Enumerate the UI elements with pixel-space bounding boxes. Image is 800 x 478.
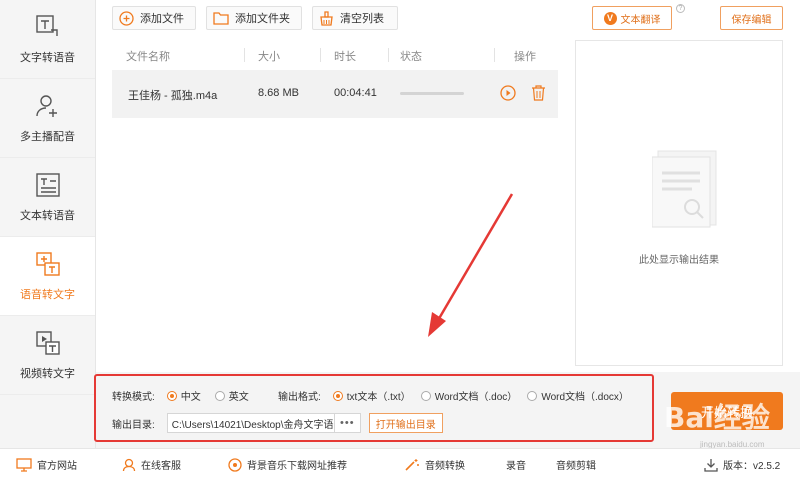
file-size: 8.68 MB — [258, 87, 299, 99]
add-folder-label: 添加文件夹 — [235, 13, 290, 25]
sidebar-item-multi-voice[interactable]: 多主播配音 — [0, 79, 95, 158]
text-translate-button[interactable]: V 文本翻译 — [592, 6, 672, 30]
magic-wand-icon — [405, 458, 419, 471]
official-website-link[interactable]: 官方网站 — [16, 457, 77, 472]
sidebar-item-doc-to-speech[interactable]: 文本转语音 — [0, 158, 95, 237]
toolbar: 添加文件 添加文件夹 清空列表 — [112, 6, 398, 30]
sidebar-item-label: 文字转语音 — [20, 52, 75, 64]
save-edit-button[interactable]: 保存编辑 — [720, 6, 783, 30]
file-duration: 00:04:41 — [334, 87, 377, 99]
background-music-label: 背景音乐下载网址推荐 — [247, 461, 347, 472]
file-table-header: 文件名称 大小 时长 状态 操作 — [112, 44, 558, 66]
audio-cut-link[interactable]: 音频剪辑 — [556, 457, 596, 472]
annotation-highlight-box — [94, 374, 654, 442]
status-progress-bar — [400, 92, 464, 95]
add-file-label: 添加文件 — [140, 13, 184, 25]
music-disc-icon — [228, 457, 242, 472]
audio-convert-label: 音频转换 — [425, 461, 465, 472]
output-preview-panel: 此处显示输出结果 — [575, 40, 783, 366]
speech-text-icon — [35, 252, 60, 276]
audio-convert-link[interactable]: 音频转换 — [404, 457, 465, 472]
version-info: 版本：v2.5.2 — [704, 457, 780, 472]
text-translate-label: 文本翻译 — [620, 14, 661, 26]
column-header-status: 状态 — [400, 51, 422, 63]
monitor-icon — [16, 457, 32, 472]
v-badge-icon: V — [603, 11, 617, 25]
record-label: 录音 — [506, 461, 526, 472]
output-placeholder-text: 此处显示输出结果 — [639, 255, 719, 266]
user-add-icon — [35, 95, 57, 117]
column-header-name: 文件名称 — [126, 51, 170, 63]
column-separator — [494, 48, 495, 62]
play-icon[interactable] — [500, 85, 516, 101]
sidebar-item-video-to-text[interactable]: 视频转文字 — [0, 316, 95, 395]
column-separator — [388, 48, 389, 62]
document-placeholder-icon — [652, 150, 717, 228]
column-header-duration: 时长 — [334, 51, 356, 63]
video-text-icon — [35, 331, 60, 355]
clear-list-label: 清空列表 — [340, 13, 384, 25]
sidebar-item-label: 语音转文字 — [20, 289, 75, 301]
sidebar-item-label: 多主播配音 — [20, 131, 75, 143]
table-row[interactable]: 王佳杨 - 孤独.m4a 8.68 MB 00:04:41 — [112, 70, 558, 118]
broom-icon — [320, 10, 333, 26]
sidebar-item-label: 视频转文字 — [20, 368, 75, 380]
document-text-icon — [35, 173, 60, 197]
column-separator — [244, 48, 245, 62]
column-separator — [320, 48, 321, 62]
audio-cut-label: 音频剪辑 — [556, 461, 596, 472]
download-icon — [704, 458, 718, 472]
watermark-logo: Bai经验 — [664, 401, 770, 434]
sidebar-item-label: 文本转语音 — [20, 210, 75, 222]
column-header-size: 大小 — [258, 51, 280, 63]
add-folder-button[interactable]: 添加文件夹 — [206, 6, 302, 30]
plus-circle-icon — [119, 10, 134, 26]
clear-list-button[interactable]: 清空列表 — [312, 6, 398, 30]
column-header-actions: 操作 — [514, 51, 536, 63]
trash-icon[interactable] — [531, 85, 546, 101]
text-speech-icon — [35, 15, 58, 36]
record-link[interactable]: 录音 — [506, 457, 526, 472]
help-icon[interactable]: ? — [676, 4, 685, 13]
add-file-button[interactable]: 添加文件 — [112, 6, 196, 30]
sidebar-item-text-to-speech[interactable]: 文字转语音 — [0, 0, 95, 79]
bottom-bar: 官方网站 在线客服 背景音乐下载网址推荐 音频转换 录音 音频剪辑 版本：v2.… — [0, 448, 800, 478]
official-website-label: 官方网站 — [37, 461, 77, 472]
sidebar: 文字转语音 多主播配音 文本转语音 语音转文字 视频转文字 — [0, 0, 96, 448]
sidebar-item-speech-to-text[interactable]: 语音转文字 — [0, 237, 95, 316]
version-label: 版本：v2.5.2 — [723, 461, 781, 472]
folder-icon — [213, 12, 229, 25]
support-agent-icon — [122, 458, 136, 471]
file-name: 王佳杨 - 孤独.m4a — [128, 90, 218, 102]
online-support-link[interactable]: 在线客服 — [122, 457, 181, 472]
online-support-label: 在线客服 — [141, 461, 181, 472]
background-music-link[interactable]: 背景音乐下载网址推荐 — [228, 457, 347, 472]
